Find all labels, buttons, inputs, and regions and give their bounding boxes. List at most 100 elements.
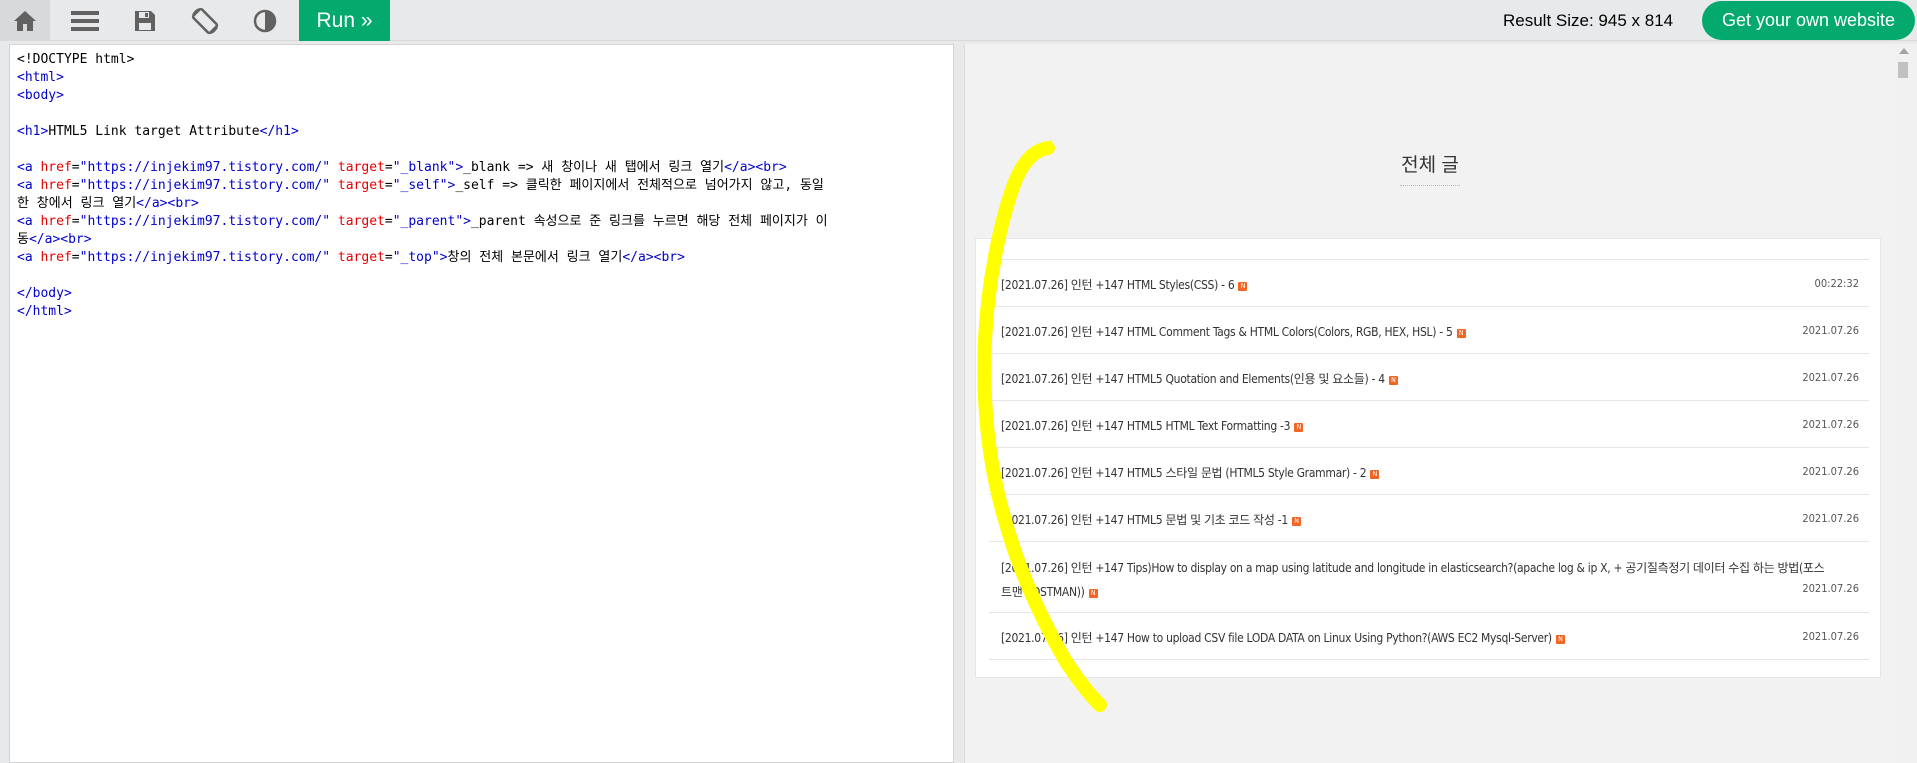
new-badge: N [1291,517,1301,526]
post-title-link[interactable]: [2021.07.26] 인턴 +147 HTML5 문법 및 기초 코드 작성… [1001,511,1301,528]
code-token: > [56,70,64,85]
post-row[interactable]: [2021.07.26] 인턴 +147 HTML5 Quotation and… [989,354,1869,401]
code-token: "https://injekim97.tistory.com/" [79,178,331,193]
code-token: < [17,124,25,139]
code-token: = [71,214,80,229]
code-line[interactable]: <a href="https://injekim97.tistory.com/"… [17,159,947,177]
post-row[interactable]: [2021.07.26] 인턴 +147 HTML5 스타일 문법 (HTML5… [989,448,1869,495]
code-token: "https://injekim97.tistory.com/" [79,250,331,265]
post-title-link[interactable]: [2021.07.26] 인턴 +147 HTML5 스타일 문법 (HTML5… [1001,464,1380,481]
post-row[interactable]: [2021.07.26] 인턴 +147 How to upload CSV f… [989,613,1869,660]
code-editor[interactable]: <!DOCTYPE html> <html> <body> <h1>HTML5 Lin… [9,44,954,763]
scroll-thumb[interactable] [1898,62,1908,78]
code-line[interactable]: 한 창에서 링크 열기</a><br> [17,195,947,213]
code-line[interactable]: 동</a><br> [17,231,947,249]
title-underline [1400,185,1460,186]
code-token: < [17,178,25,193]
menu-button[interactable] [60,0,110,41]
pane-divider[interactable] [954,44,964,763]
run-button[interactable]: Run » [299,0,390,41]
code-token: < [17,160,25,175]
code-token: a [24,250,33,265]
post-date: 2021.07.26 [1802,512,1859,525]
code-token: target [330,160,385,175]
post-row[interactable]: [2021.07.26] 인턴 +147 HTML5 HTML Text For… [989,401,1869,448]
post-date: 2021.07.26 [1802,418,1859,431]
rotate-icon [191,7,219,34]
post-title-link[interactable]: [2021.07.26] 인턴 +147 HTML5 HTML Text For… [1001,417,1304,434]
code-line[interactable]: <a href="https://injekim97.tistory.com/"… [17,213,947,231]
code-token: "_self" [392,178,448,193]
code-token: a [24,178,33,193]
code-line[interactable]: </body> [17,285,947,303]
code-token: > [463,214,471,229]
post-date: 00:22:32 [1814,277,1859,290]
post-title-link[interactable]: [2021.07.26] 인턴 +147 How to upload CSV f… [1001,629,1565,646]
new-badge: N [1555,635,1565,644]
post-title-link[interactable]: [2021.07.26] 인턴 +147 HTML Styles(CSS) - … [1001,276,1248,293]
save-button[interactable] [120,0,170,41]
code-token: <!DOCTYPE html> [17,52,135,67]
code-token: body [32,286,64,301]
code-line[interactable]: <!DOCTYPE html> [17,51,947,69]
post-date: 2021.07.26 [1802,465,1859,478]
post-title-text: 트맨 POSTMAN)) [1001,585,1085,599]
code-token: </ [28,232,45,247]
post-list: [2021.07.26] 인턴 +147 HTML Styles(CSS) - … [975,238,1881,678]
theme-toggle-button[interactable] [240,0,290,41]
code-token: 한 창에서 링크 열기 [17,196,137,211]
code-token: "_blank" [392,160,456,175]
post-date: 2021.07.26 [1802,582,1859,595]
code-token: < [17,70,25,85]
post-title-text: [2021.07.26] 인턴 +147 HTML5 HTML Text For… [1001,419,1291,433]
code-token: _parent 속성으로 준 링크를 누르면 해당 전체 페이지가 이 [470,214,828,229]
post-row[interactable]: [2021.07.26] 인턴 +147 HTML5 문법 및 기초 코드 작성… [989,495,1869,542]
code-line[interactable]: <body> [17,87,947,105]
code-line[interactable] [17,267,947,285]
post-row[interactable]: [2021.07.26] 인턴 +147 HTML Styles(CSS) - … [989,260,1869,307]
code-token: > [83,232,92,247]
code-line[interactable]: </html> [17,303,947,321]
code-token: target [330,178,385,193]
post-row[interactable]: [2021.07.26] 인턴 +147 HTML Comment Tags &… [989,307,1869,354]
code-text[interactable]: <!DOCTYPE html> <html> <body> <h1>HTML5 Lin… [17,51,947,321]
post-title-line: [2021.07.26] 인턴 +147 Tips)How to display… [1001,561,1825,575]
post-row[interactable]: [2021.07.26] 인턴 +147 Tips)How to display… [989,542,1869,613]
code-token: < [17,250,25,265]
code-token: html [32,304,64,319]
code-token: a [637,250,646,265]
code-token: </ [17,286,33,301]
code-token: = [384,178,393,193]
code-token: _self => 클릭한 페이지에서 전체적으로 넘어가지 않고, 동일 [455,178,824,193]
home-icon [14,10,36,31]
get-website-button[interactable]: Get your own website [1702,1,1915,40]
code-token: "_parent" [392,214,464,229]
code-token: 창의 전체 본문에서 링크 열기 [447,250,623,265]
code-token: >< [747,160,764,175]
post-title-line: 트맨 POSTMAN)) N [1001,580,1831,604]
post-date: 2021.07.26 [1802,630,1859,643]
code-line[interactable]: <h1>HTML5 Link target Attribute</h1> [17,123,947,141]
code-line[interactable] [17,105,947,123]
code-token: href [32,214,72,229]
code-token: body [24,88,57,103]
scroll-up-arrow-icon[interactable] [1899,48,1909,54]
post-title-text: [2021.07.26] 인턴 +147 HTML5 스타일 문법 (HTML5… [1001,466,1367,480]
code-line[interactable]: <html> [17,69,947,87]
post-title-link[interactable]: [2021.07.26] 인턴 +147 HTML Comment Tags &… [1001,323,1466,340]
code-token: "_top" [392,250,440,265]
rotate-layout-button[interactable] [180,0,230,41]
code-token: > [778,160,787,175]
new-badge: N [1294,423,1304,432]
code-token: </ [136,196,152,211]
floppy-disk-icon [135,10,155,31]
result-scrollbar[interactable] [1889,44,1917,763]
section-title: 전체 글 [1401,155,1459,176]
post-title-link[interactable]: [2021.07.26] 인턴 +147 Tips)How to display… [1001,556,1831,604]
code-line[interactable]: <a href="https://injekim97.tistory.com/"… [17,177,947,195]
toolbar: Run » Result Size: 945 x 814 Get your ow… [0,0,1917,41]
post-title-link[interactable]: [2021.07.26] 인턴 +147 HTML5 Quotation and… [1001,370,1398,387]
home-button[interactable] [0,0,50,41]
code-line[interactable]: <a href="https://injekim97.tistory.com/"… [17,249,947,267]
code-line[interactable] [17,141,947,159]
